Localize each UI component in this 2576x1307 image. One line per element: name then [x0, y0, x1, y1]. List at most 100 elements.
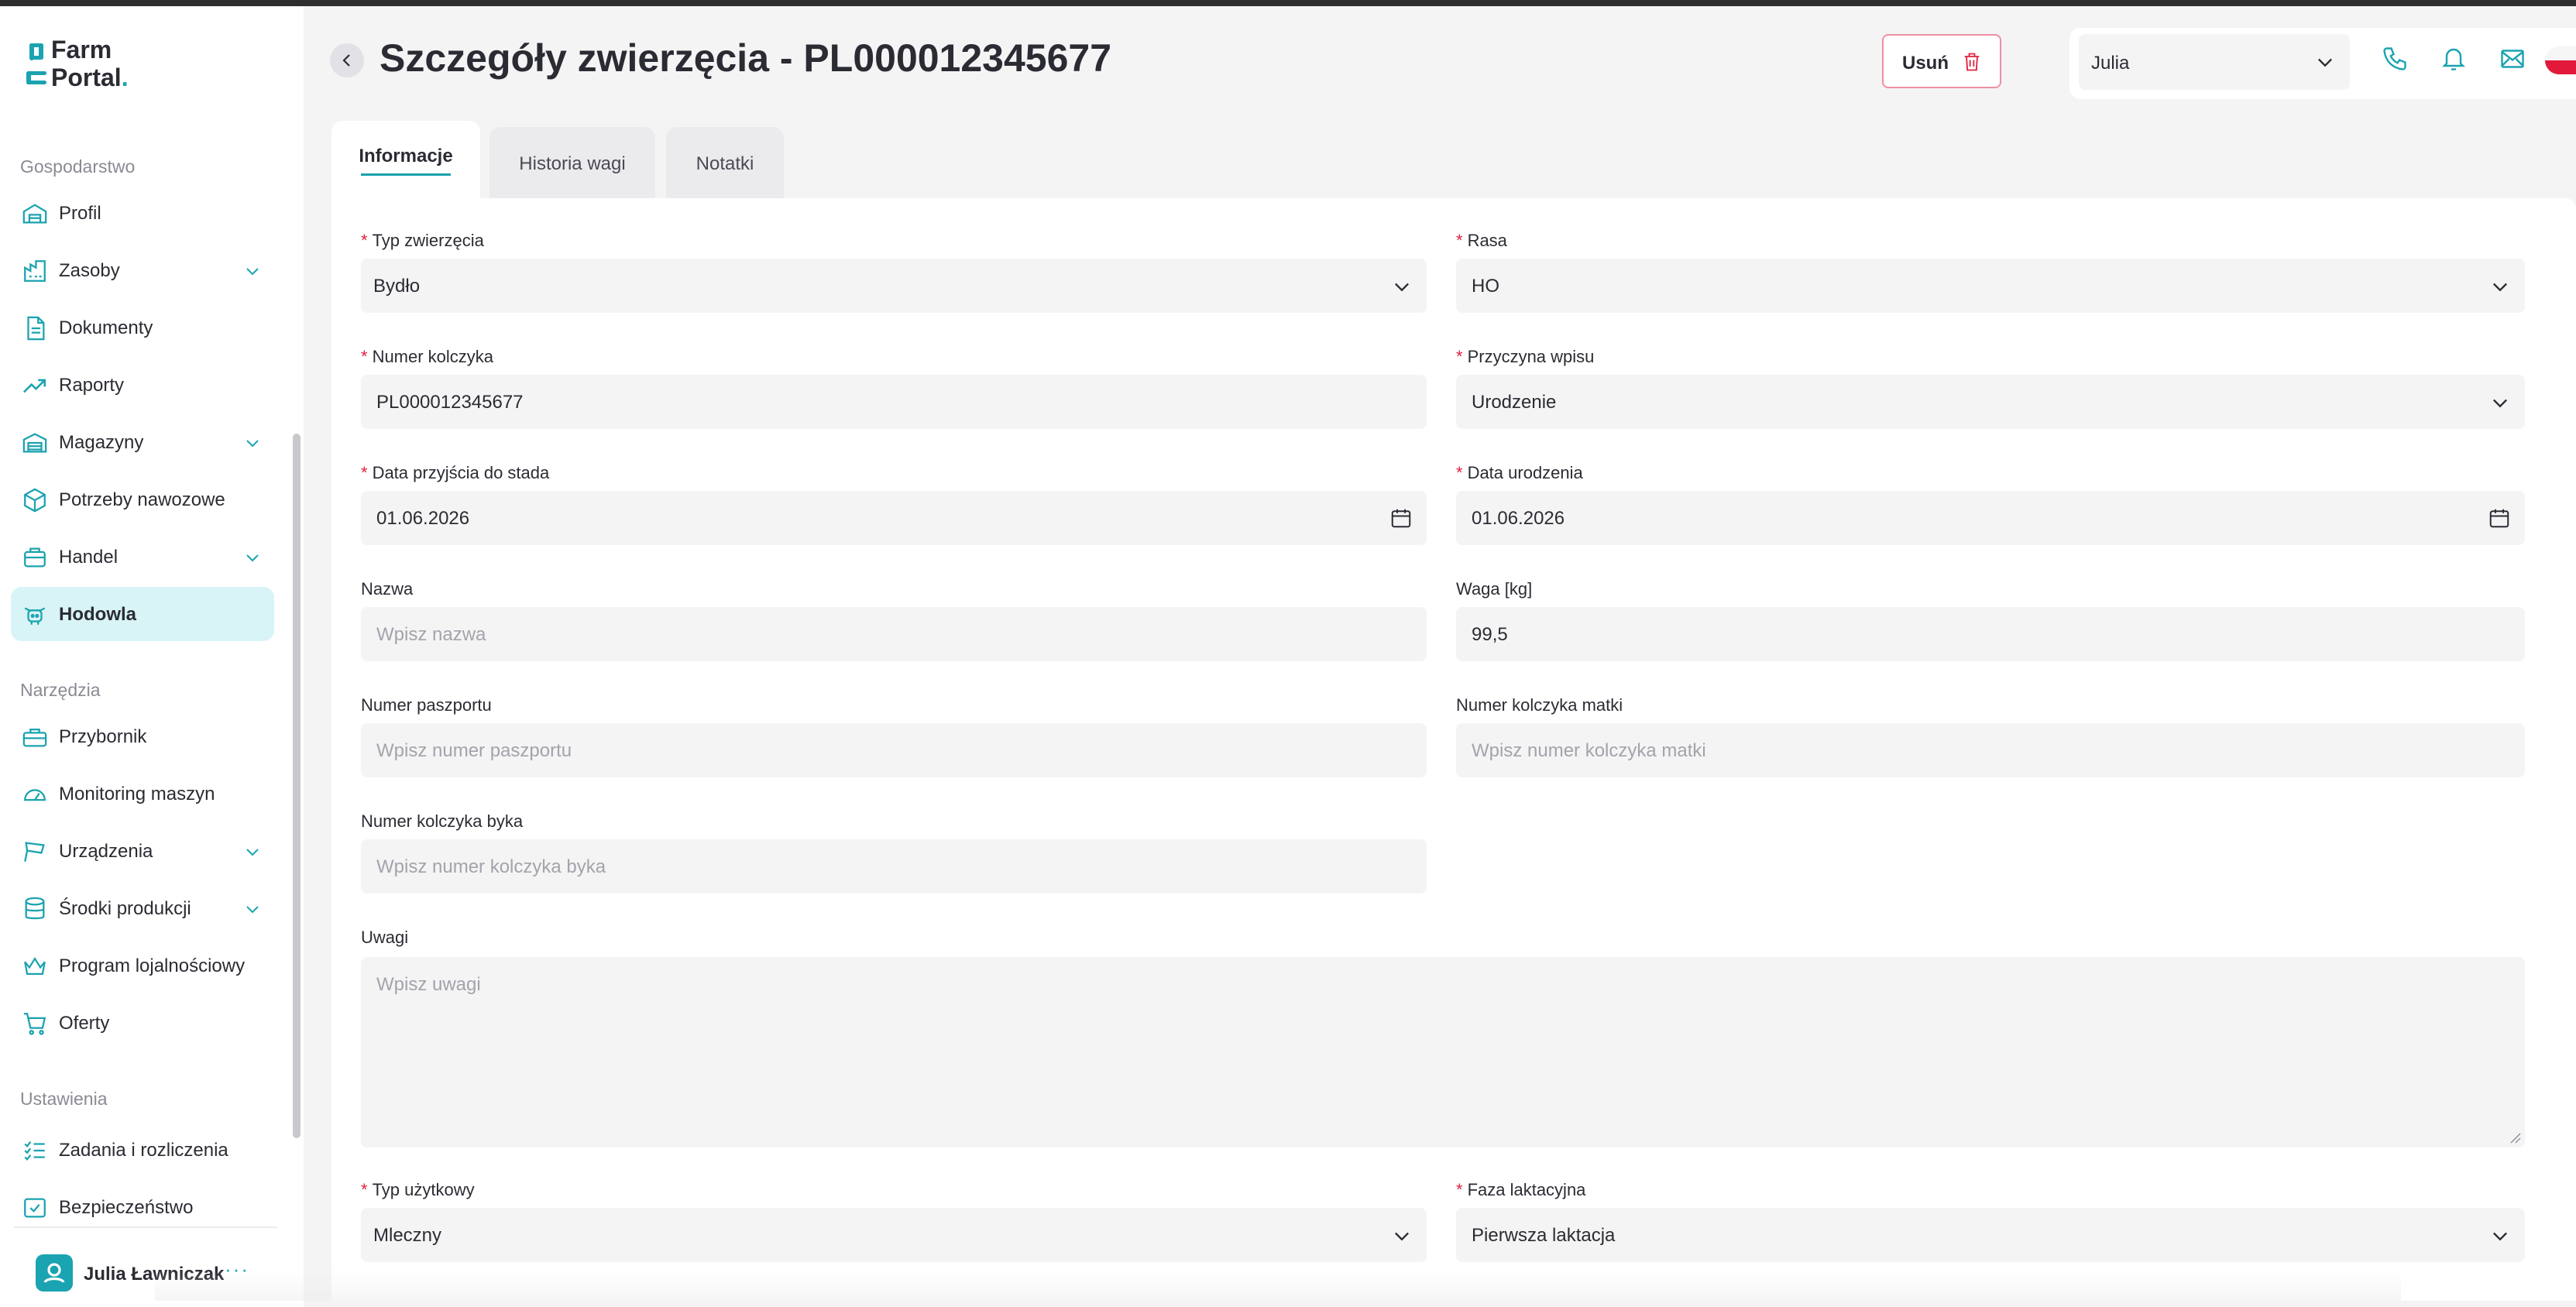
cow-icon: [22, 602, 48, 628]
sidebar-item-zadania-i-rozliczenia[interactable]: Zadania i rozliczenia: [11, 1123, 274, 1177]
sidebar-item-magazyny[interactable]: Magazyny: [11, 415, 274, 469]
chevron-down-icon[interactable]: [243, 262, 262, 280]
section-title-ustawienia: Ustawienia: [20, 1089, 108, 1109]
bull-tag-label: Numer kolczyka byka: [361, 811, 524, 831]
delete-button[interactable]: Usuń: [1882, 34, 2001, 88]
breed-select[interactable]: HO: [1456, 259, 2525, 313]
animal-type-label: * Typ zwierzęcia: [361, 231, 484, 250]
breed-label: * Rasa: [1456, 231, 1507, 250]
sidebar-item-przybornik[interactable]: Przybornik: [11, 709, 274, 763]
herd-arrival-date-input[interactable]: 01.06.2026: [361, 491, 1427, 545]
chevron-down-icon[interactable]: [243, 842, 262, 861]
avatar[interactable]: [36, 1254, 73, 1292]
farm-house-icon: [22, 201, 48, 227]
page-title: Szczegóły zwierzęcia - PL000012345677: [380, 36, 1112, 80]
mother-tag-input[interactable]: Wpisz numer kolczyka matki: [1456, 723, 2525, 777]
active-tab-indicator: [361, 173, 451, 176]
window-top-edge: [0, 0, 2576, 6]
document-icon: [22, 315, 48, 341]
bull-tag-input[interactable]: Wpisz numer kolczyka byka: [361, 839, 1427, 894]
sidebar-item-srodki-produkcji[interactable]: Środki produkcji: [11, 881, 274, 935]
sidebar-item-urzadzenia[interactable]: Urządzenia: [11, 824, 274, 878]
lactation-phase-label: * Faza laktacyjna: [1456, 1180, 1586, 1199]
logo-text: Farm Portal.: [51, 36, 129, 91]
section-title-gospodarstwo: Gospodarstwo: [20, 156, 136, 177]
chevron-down-icon: [2493, 1232, 2507, 1241]
name-input[interactable]: Wpisz nazwa: [361, 607, 1427, 661]
ear-tag-input[interactable]: PL000012345677: [361, 375, 1427, 429]
tab-notatki[interactable]: Notatki: [666, 127, 784, 200]
bell-icon: [2442, 48, 2465, 70]
account-select[interactable]: Julia: [2079, 34, 2350, 90]
resources-chart-icon: [22, 258, 48, 284]
language-flag-pl-icon[interactable]: [2545, 46, 2576, 74]
mother-tag-label: Numer kolczyka matki: [1456, 695, 1623, 715]
lactation-phase-select[interactable]: Pierwsza laktacja: [1456, 1208, 2525, 1262]
tab-historia-wagi[interactable]: Historia wagi: [489, 127, 655, 200]
phone-button[interactable]: [2381, 45, 2409, 73]
sidebar-item-raporty[interactable]: Raporty: [11, 358, 274, 412]
tab-informacje[interactable]: Informacje: [331, 121, 480, 201]
sidebar-item-program-lojalnosciowy[interactable]: Program lojalnościowy: [11, 938, 274, 993]
trade-box-icon: [22, 544, 48, 571]
back-button[interactable]: [330, 43, 364, 77]
fertilizer-icon: [22, 487, 48, 513]
gauge-icon: [22, 781, 48, 808]
sidebar-item-monitoring-maszyn[interactable]: Monitoring maszyn: [11, 767, 274, 821]
bottom-scroll-shadow: [155, 1270, 2401, 1301]
divider: [14, 1226, 277, 1228]
shield-check-icon: [22, 1195, 48, 1221]
chevron-left-icon: [342, 54, 350, 67]
chevron-down-icon: [1395, 283, 1409, 292]
task-list-icon: [22, 1137, 48, 1164]
farm-portal-logo[interactable]: Farm Portal.: [26, 36, 181, 94]
sidebar-nav[interactable]: Gospodarstwo Profil Zasoby Dokumenty Rap…: [0, 138, 279, 1222]
chevron-down-icon: [2318, 58, 2332, 67]
entry-reason-select[interactable]: Urodzenie: [1456, 375, 2525, 429]
calendar-icon[interactable]: [2488, 506, 2511, 530]
notes-label: Uwagi: [361, 928, 409, 947]
messages-button[interactable]: [2499, 45, 2526, 73]
user-icon: [43, 1263, 65, 1283]
chevron-down-icon[interactable]: [243, 900, 262, 918]
chevron-down-icon[interactable]: [243, 548, 262, 567]
weight-input[interactable]: 99,5: [1456, 607, 2525, 661]
resize-handle-icon[interactable]: [2508, 1130, 2522, 1144]
sidebar-item-profil[interactable]: Profil: [11, 186, 274, 240]
sidebar-item-oferty[interactable]: Oferty: [11, 996, 274, 1050]
animal-type-select[interactable]: Bydło: [361, 259, 1427, 313]
notifications-button[interactable]: [2440, 45, 2468, 73]
sidebar-item-bezpieczenstwo[interactable]: Bezpieczeństwo: [11, 1180, 274, 1222]
name-label: Nazwa: [361, 579, 414, 599]
sidebar-item-hodowla[interactable]: Hodowla: [11, 587, 274, 641]
sidebar-item-handel[interactable]: Handel: [11, 530, 274, 584]
chevron-down-icon[interactable]: [243, 434, 262, 452]
sidebar-item-dokumenty[interactable]: Dokumenty: [11, 300, 274, 355]
sidebar-scrollbar[interactable]: [293, 434, 301, 1138]
section-title-narzedzia: Narzędzia: [20, 680, 101, 700]
passport-label: Numer paszportu: [361, 695, 492, 715]
passport-input[interactable]: Wpisz numer paszportu: [361, 723, 1427, 777]
chevron-down-icon: [1395, 1232, 1409, 1241]
trash-icon: [1964, 53, 1980, 71]
database-icon: [22, 896, 48, 922]
entry-reason-label: * Przyczyna wpisu: [1456, 347, 1595, 366]
sidebar: Farm Portal. Gospodarstwo Profil Zasoby …: [0, 6, 304, 1307]
trend-up-icon: [22, 372, 48, 399]
logo-mark-icon: [26, 40, 46, 90]
birth-date-label: * Data urodzenia: [1456, 463, 1583, 482]
toolbox-icon: [22, 724, 48, 750]
phone-icon: [2383, 47, 2406, 70]
notes-textarea[interactable]: Wpisz uwagi: [361, 957, 2525, 1147]
crown-icon: [22, 953, 48, 979]
chevron-down-icon: [2493, 399, 2507, 408]
usage-type-select[interactable]: Mleczny: [361, 1208, 1427, 1262]
mail-icon: [2501, 50, 2524, 68]
warehouse-icon: [22, 430, 48, 456]
sidebar-item-potrzeby-nawozowe[interactable]: Potrzeby nawozowe: [11, 472, 274, 527]
birth-date-input[interactable]: 01.06.2026: [1456, 491, 2525, 545]
usage-type-label: * Typ użytkowy: [361, 1180, 475, 1199]
devices-icon: [22, 839, 48, 865]
sidebar-item-zasoby[interactable]: Zasoby: [11, 243, 274, 297]
calendar-icon[interactable]: [1389, 506, 1413, 530]
